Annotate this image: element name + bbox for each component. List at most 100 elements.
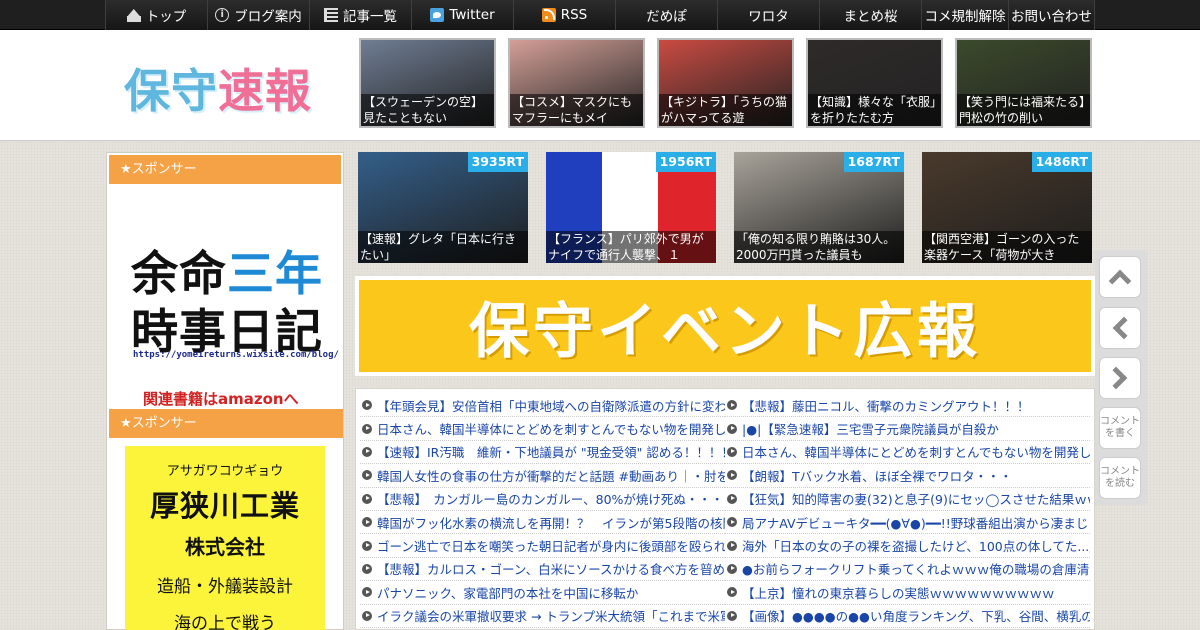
nav-item[interactable]: お問い合わせ bbox=[1008, 0, 1095, 30]
arrow-bullet-icon bbox=[727, 423, 737, 434]
site-logo[interactable]: 保守速報 bbox=[124, 55, 312, 121]
nav-item[interactable]: コメ規制解除 bbox=[921, 0, 1008, 30]
nav-item[interactable]: i ブログ案内 bbox=[207, 0, 309, 30]
nav-item[interactable]: Twitter bbox=[411, 0, 513, 30]
nav-item-label: お問い合わせ bbox=[1011, 9, 1092, 25]
article-link[interactable]: イラク議会の米軍撤収要求 → トランプ米大統領「これまで米軍 bbox=[360, 605, 725, 628]
article-link[interactable]: 局アナAVデビューキタ━━(●∀●)━━!!野球番組出演から凄まじ bbox=[725, 511, 1090, 535]
sponsor-ad-yomei[interactable]: 余命三年 時事日記 https://yomeireturns.wixsite.c… bbox=[107, 186, 343, 408]
featured-article-thumb[interactable]: 【コスメ】マスクにもマフラーにもメイ bbox=[508, 38, 645, 128]
article-link[interactable]: 日本さん、韓国半導体にとどめを刺すとんでもない物を開発し bbox=[360, 417, 725, 441]
article-link-text: 日本さん、韓国半導体にとどめを刺すとんでもない物を開発し bbox=[742, 445, 1090, 461]
ranking-article-card[interactable]: 1486RT 【関西空港】ゴーンの入った楽器ケース「荷物が大き bbox=[922, 152, 1092, 263]
arrow-bullet-icon bbox=[727, 517, 737, 528]
article-link-text: 海外「日本の女の子の裸を盗撮したけど、100点の体してた...」 bbox=[742, 539, 1090, 555]
arrow-bullet-icon bbox=[362, 610, 372, 621]
article-link[interactable]: 【年頭会見】安倍首相「中東地域への自衛隊派遣の方針に変わ bbox=[360, 394, 725, 418]
scroll-top-button[interactable] bbox=[1099, 256, 1141, 298]
ad-company-kana: アサガワコウギョウ bbox=[166, 464, 284, 479]
featured-article-caption: 【知識】様々な「衣服」を折りたたむ方 bbox=[808, 94, 941, 126]
nav-item[interactable]: だめぽ bbox=[615, 0, 717, 30]
arrow-bullet-icon bbox=[362, 563, 372, 574]
left-sidebar: ★スポンサー 余命三年 時事日記 https://yomeireturns.wi… bbox=[106, 152, 344, 630]
retweet-count-badge: 3935RT bbox=[467, 152, 528, 172]
article-link[interactable]: 韓国がフッ化水素の横流しを再開！？ イランが第5段階の核開 bbox=[360, 511, 725, 535]
featured-article-thumb[interactable]: 【笑う門には福来たる】門松の竹の削い bbox=[955, 38, 1092, 128]
top-nav-list: トップ i ブログ案内 記事一覧 Twitter RSS だめぽ ワロタ まとめ桜 コメ規制解除お… bbox=[105, 0, 1095, 30]
prev-article-button[interactable] bbox=[1099, 307, 1141, 349]
featured-article-thumb[interactable]: 【スウェーデンの空】見たこともない bbox=[359, 38, 496, 128]
nav-item[interactable]: 記事一覧 bbox=[309, 0, 411, 30]
arrow-bullet-icon bbox=[727, 610, 737, 621]
chevron-right-icon bbox=[1104, 366, 1128, 390]
article-link-text: 【上京】憧れの東京暮らしの実態ｗｗｗｗｗｗｗｗｗｗ bbox=[742, 585, 1055, 601]
article-link[interactable]: 【上京】憧れの東京暮らしの実態ｗｗｗｗｗｗｗｗｗｗ bbox=[725, 581, 1090, 605]
nav-item-label: ブログ案内 bbox=[234, 9, 302, 25]
article-link-text: 韓国人女性の食事の仕方が衝撃的だと話題 #動画あり｜・肘をつ bbox=[377, 468, 725, 484]
article-link[interactable]: 日本さん、韓国半導体にとどめを刺すとんでもない物を開発し bbox=[725, 441, 1090, 465]
nav-item[interactable]: まとめ桜 bbox=[819, 0, 921, 30]
article-link-text: 日本さん、韓国半導体にとどめを刺すとんでもない物を開発し bbox=[377, 422, 725, 438]
chevron-left-icon bbox=[1112, 316, 1136, 340]
arrow-bullet-icon bbox=[727, 493, 737, 504]
article-link-text: イラク議会の米軍撤収要求 → トランプ米大統領「これまで米軍 bbox=[377, 609, 725, 625]
nav-item[interactable]: RSS bbox=[513, 0, 615, 30]
arrow-bullet-icon bbox=[362, 423, 372, 434]
arrow-bullet-icon bbox=[362, 446, 372, 457]
ad-url[interactable]: https://yomeireturns.wixsite.com/blog/ bbox=[133, 350, 339, 360]
retweet-count-badge: 1687RT bbox=[843, 152, 904, 172]
ranking-article-card[interactable]: 1687RT 「俺の知る限り賄賂は30人。2000万円貰った議員も bbox=[734, 152, 904, 263]
article-link[interactable]: ゴーン逃亡で日本を嘲笑った朝日記者が身内に後頭部を殴られ bbox=[360, 534, 725, 558]
home-icon bbox=[126, 8, 141, 22]
article-link-text: 【速報】IR汚職 維新・下地議員が "現金受領" 認める！！！！ bbox=[377, 445, 725, 461]
ranking-article-card[interactable]: 1956RT 【フランス】パリ郊外で男がナイフで通行人襲撃、１ bbox=[546, 152, 716, 263]
article-link-text: 【悲報】カルロス・ゴーン、白米にソースかける食べ方を暜め bbox=[377, 562, 725, 578]
article-link[interactable]: 韓国人女性の食事の仕方が衝撃的だと話題 #動画あり｜・肘をつ bbox=[360, 464, 725, 488]
rss-icon bbox=[541, 8, 556, 22]
article-link[interactable]: 海外「日本の女の子の裸を盗撮したけど、100点の体してた...」 bbox=[725, 534, 1090, 558]
ranking-article-caption: 「俺の知る限り賄賂は30人。2000万円貰った議員も bbox=[734, 231, 904, 263]
article-link-text: 【朗報】Tバック水着、ほぼ全裸でワロタ・・・ bbox=[742, 468, 1013, 484]
write-comment-button[interactable]: コメントを書く bbox=[1099, 407, 1141, 449]
nav-item-label: ワロタ bbox=[748, 9, 789, 25]
article-link[interactable]: 【悲報】藤田ニコル、衝撃のカミングアウト！！！ bbox=[725, 394, 1090, 418]
featured-article-thumb[interactable]: 【キジトラ】「うちの猫がハマってる遊 bbox=[657, 38, 794, 128]
article-link[interactable]: パナソニック、家電部門の本社を中国に移転か bbox=[360, 581, 725, 605]
article-link-text: 【年頭会見】安倍首相「中東地域への自衛隊派遣の方針に変わ bbox=[377, 398, 725, 414]
article-link[interactable]: 【狂気】知的障害の妻(32)と息子(9)にセッ◯スさせた結果ｗｗｗ bbox=[725, 488, 1090, 511]
list-icon bbox=[324, 8, 338, 22]
logo-accent: 速報 bbox=[218, 64, 312, 118]
read-comments-button[interactable]: コメントを読む bbox=[1099, 457, 1141, 499]
article-link[interactable]: 【悲報】 カンガルー島のカンガルー、80%が焼け死ぬ・・・ bbox=[360, 488, 725, 511]
featured-article-caption: 【笑う門には福来たる】門松の竹の削い bbox=[957, 94, 1090, 126]
link-column-right: 【悲報】藤田ニコル、衝撃のカミングアウト！！！ |●|【緊急速報】三宅雪子元衆院議… bbox=[725, 394, 1090, 629]
article-link-list: 【年頭会見】安倍首相「中東地域への自衛隊派遣の方針に変わ 日本さん、韓国半導体にと… bbox=[355, 388, 1095, 630]
ranking-article-caption: 【速報】グレタ「日本に行きたい」 bbox=[358, 231, 528, 263]
nav-item-label: コメ規制解除 bbox=[924, 9, 1006, 25]
next-article-button[interactable] bbox=[1099, 357, 1141, 399]
event-banner[interactable]: 保守イベント広報 bbox=[355, 276, 1095, 376]
nav-item[interactable]: ワロタ bbox=[717, 0, 819, 30]
article-link[interactable]: 【朗報】Tバック水着、ほぼ全裸でワロタ・・・ bbox=[725, 464, 1090, 488]
arrow-bullet-icon bbox=[727, 563, 737, 574]
nav-item[interactable]: トップ bbox=[105, 0, 207, 30]
article-link[interactable]: 【速報】IR汚職 維新・下地議員が "現金受領" 認める！！！！ bbox=[360, 441, 725, 465]
article-link[interactable]: ●お前らフォークリフト乗ってくれよｗｗｗ俺の職場の倉庫清 bbox=[725, 558, 1090, 582]
nav-item-label: RSS bbox=[560, 7, 588, 23]
nav-item-label: Twitter bbox=[449, 7, 495, 23]
ad-amazon-link[interactable]: 関連書籍はamazonへ bbox=[143, 388, 299, 409]
retweet-count-badge: 1486RT bbox=[1031, 152, 1092, 172]
twitter-icon bbox=[430, 8, 445, 22]
article-link[interactable]: 【画像】●●●●の●●い角度ランキング、下乳、谷間、横乳の順番 bbox=[725, 605, 1090, 628]
arrow-bullet-icon bbox=[362, 587, 372, 598]
article-link[interactable]: |●|【緊急速報】三宅雪子元衆院議員が自殺か bbox=[725, 417, 1090, 441]
article-link-text: ゴーン逃亡で日本を嘲笑った朝日記者が身内に後頭部を殴られ bbox=[377, 539, 725, 555]
featured-article-thumb[interactable]: 【知識】様々な「衣服」を折りたたむ方 bbox=[806, 38, 943, 128]
info-icon: i bbox=[215, 8, 230, 22]
article-link[interactable]: 【悲報】カルロス・ゴーン、白米にソースかける食べ方を暜め bbox=[360, 558, 725, 582]
ranking-article-card[interactable]: 3935RT 【速報】グレタ「日本に行きたい」 bbox=[358, 152, 528, 263]
arrow-bullet-icon bbox=[727, 446, 737, 457]
sponsor-ad-asagawa[interactable]: アサガワコウギョウ 厚狭川工業 株式会社 造船・外艤装設計 海の上で戦う bbox=[125, 446, 325, 630]
chevron-up-icon bbox=[1108, 269, 1132, 293]
sponsor-heading: ★スポンサー bbox=[109, 155, 341, 184]
